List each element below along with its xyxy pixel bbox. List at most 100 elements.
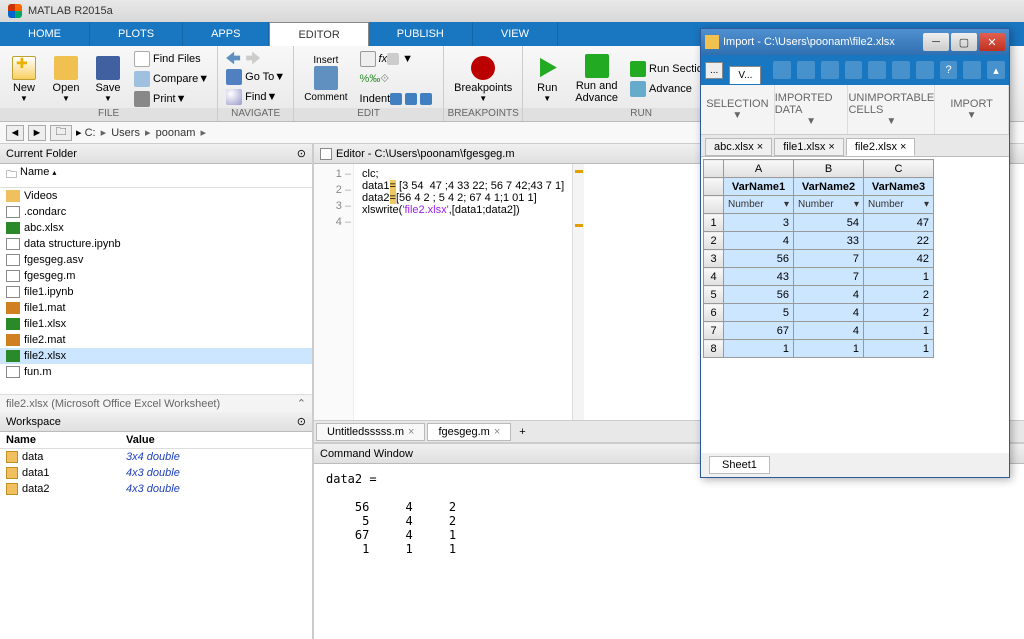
ribbon-tab-editor[interactable]: EDITOR bbox=[269, 22, 368, 46]
nav-back-button[interactable]: ◄ bbox=[6, 125, 24, 141]
app-title: MATLAB R2015a bbox=[28, 5, 113, 17]
imp-tool-icon[interactable] bbox=[892, 61, 910, 79]
workspace-row[interactable]: data14x3 double bbox=[0, 465, 312, 481]
matlab-logo-icon bbox=[8, 4, 22, 18]
import-grid[interactable]: ABCVarName1VarName2VarName3NumberNumberN… bbox=[701, 157, 1009, 453]
file-type-icon bbox=[6, 270, 20, 282]
file-row[interactable]: fun.m bbox=[0, 364, 312, 380]
file-name: fun.m bbox=[24, 366, 52, 378]
imp-tool-icon[interactable] bbox=[868, 61, 886, 79]
file-row[interactable]: file1.ipynb bbox=[0, 284, 312, 300]
imp-tool-icon[interactable] bbox=[963, 61, 981, 79]
import-group[interactable]: SELECTION▼ bbox=[701, 85, 775, 134]
breakpoints-button[interactable]: Breakpoints▼ bbox=[448, 48, 518, 110]
nav-back-icon[interactable] bbox=[222, 50, 242, 66]
run-button[interactable]: Run▼ bbox=[527, 48, 567, 110]
workspace-header[interactable]: Name Value bbox=[0, 432, 312, 449]
file-type-icon bbox=[6, 350, 20, 362]
workspace-row[interactable]: data3x4 double bbox=[0, 449, 312, 465]
file-row[interactable]: abc.xlsx bbox=[0, 220, 312, 236]
panel-dropdown-icon[interactable]: ⊙ bbox=[297, 147, 306, 160]
find-files-button[interactable]: Find Files bbox=[130, 50, 213, 69]
close-tab-icon[interactable]: × bbox=[900, 141, 906, 153]
import-group[interactable]: IMPORTED DATA▼ bbox=[775, 85, 849, 134]
file-name: data structure.ipynb bbox=[24, 238, 121, 250]
close-tab-icon[interactable]: × bbox=[408, 426, 414, 438]
compare-button[interactable]: Compare ▼ bbox=[130, 70, 213, 89]
import-file-tab[interactable]: file1.xlsx× bbox=[774, 138, 844, 156]
file-name: file2.mat bbox=[24, 334, 66, 346]
close-button[interactable]: ✕ bbox=[979, 33, 1005, 51]
imp-tool-icon[interactable] bbox=[821, 61, 839, 79]
nav-up-button[interactable]: 🗀 bbox=[50, 125, 72, 141]
import-file-tab[interactable]: file2.xlsx× bbox=[846, 138, 916, 156]
code-minimap[interactable] bbox=[572, 164, 584, 420]
file-row[interactable]: file2.xlsx bbox=[0, 348, 312, 364]
close-tab-icon[interactable]: × bbox=[828, 141, 834, 153]
code-text[interactable]: clc;data1= [3 54 47 ;4 33 22; 56 7 42;43… bbox=[354, 164, 572, 420]
file-list-header[interactable]: 🗀Name bbox=[0, 164, 312, 188]
save-button[interactable]: Save▼ bbox=[88, 48, 128, 110]
file-type-icon bbox=[6, 190, 20, 202]
expand-icon[interactable]: ⌃ bbox=[297, 397, 306, 410]
ribbon-tab-apps[interactable]: APPS bbox=[183, 22, 269, 46]
imp-tool-icon[interactable] bbox=[916, 61, 934, 79]
file-row[interactable]: Videos bbox=[0, 188, 312, 204]
file-row[interactable]: file1.xlsx bbox=[0, 316, 312, 332]
indent-button[interactable]: Indent bbox=[356, 90, 440, 109]
file-row[interactable]: file2.mat bbox=[0, 332, 312, 348]
breadcrumb[interactable]: ▸ C: Users poonam bbox=[76, 126, 208, 139]
sheet-tab[interactable]: Sheet1 bbox=[709, 456, 770, 474]
collapse-icon[interactable]: ▴ bbox=[987, 61, 1005, 79]
imp-tool-icon[interactable] bbox=[845, 61, 863, 79]
new-button[interactable]: New▼ bbox=[4, 48, 44, 110]
file-type-icon bbox=[6, 238, 20, 250]
minimize-button[interactable]: ─ bbox=[923, 33, 949, 51]
nav-fwd-button[interactable]: ► bbox=[28, 125, 46, 141]
open-button[interactable]: Open▼ bbox=[46, 48, 86, 110]
file-row[interactable]: file1.mat bbox=[0, 300, 312, 316]
add-tab-button[interactable]: + bbox=[511, 424, 533, 440]
import-group[interactable]: IMPORT▼ bbox=[935, 85, 1009, 134]
line-gutter: 1234 bbox=[314, 164, 354, 420]
import-group[interactable]: UNIMPORTABLE CELLS▼ bbox=[848, 85, 935, 134]
imp-tool-icon[interactable] bbox=[773, 61, 791, 79]
comment-tools[interactable]: % ‰ ⟐ bbox=[356, 70, 440, 89]
file-row[interactable]: data structure.ipynb bbox=[0, 236, 312, 252]
ribbon-tab-home[interactable]: HOME bbox=[0, 22, 90, 46]
import-window[interactable]: Import - C:\Users\poonam\file2.xlsx ─ ▢ … bbox=[700, 28, 1010, 478]
import-titlebar[interactable]: Import - C:\Users\poonam\file2.xlsx ─ ▢ … bbox=[701, 29, 1009, 55]
import-file-tab[interactable]: abc.xlsx× bbox=[705, 138, 772, 156]
help-icon[interactable]: ? bbox=[940, 61, 958, 79]
insert-fx-button[interactable]: fx ▼ bbox=[356, 50, 440, 69]
ribbon-tab-publish[interactable]: PUBLISH bbox=[369, 22, 473, 46]
nav-fwd-icon[interactable] bbox=[244, 50, 264, 66]
ribbon-tab-plots[interactable]: PLOTS bbox=[90, 22, 183, 46]
file-name: file1.ipynb bbox=[24, 286, 74, 298]
workspace-title: Workspace⊙ bbox=[0, 412, 312, 432]
print-button[interactable]: Print ▼ bbox=[130, 90, 213, 109]
file-row[interactable]: .condarc bbox=[0, 204, 312, 220]
panel-dropdown-icon[interactable]: ⊙ bbox=[297, 415, 306, 428]
run-advance-button[interactable]: Run and Advance bbox=[569, 48, 624, 110]
file-row[interactable]: fgesgeg.m bbox=[0, 268, 312, 284]
file-status-line: file2.xlsx (Microsoft Office Excel Works… bbox=[0, 394, 312, 412]
goto-button[interactable]: Go To ▼ bbox=[222, 67, 289, 86]
import-tab-prev[interactable]: ... bbox=[705, 62, 723, 79]
sheet-tabs: Sheet1 bbox=[701, 453, 1009, 477]
import-view-tab[interactable]: V... bbox=[729, 66, 761, 84]
find-button[interactable]: Find ▼ bbox=[222, 87, 289, 106]
file-row[interactable]: fgesgeg.asv bbox=[0, 252, 312, 268]
command-window-output[interactable]: data2 = 56 4 2 5 4 2 67 4 1 1 1 1 bbox=[314, 464, 1024, 639]
workspace-row[interactable]: data24x3 double bbox=[0, 481, 312, 497]
editor-tab[interactable]: Untitledsssss.m× bbox=[316, 423, 425, 441]
file-type-icon bbox=[6, 318, 20, 330]
maximize-button[interactable]: ▢ bbox=[951, 33, 977, 51]
editor-tab[interactable]: fgesgeg.m× bbox=[427, 423, 511, 441]
close-tab-icon[interactable]: × bbox=[757, 141, 763, 153]
ribbon-tab-view[interactable]: VIEW bbox=[473, 22, 558, 46]
imp-tool-icon[interactable] bbox=[797, 61, 815, 79]
comment-button[interactable]: InsertComment bbox=[298, 48, 353, 110]
close-tab-icon[interactable]: × bbox=[494, 426, 500, 438]
import-ribbon: SELECTION▼IMPORTED DATA▼UNIMPORTABLE CEL… bbox=[701, 85, 1009, 135]
